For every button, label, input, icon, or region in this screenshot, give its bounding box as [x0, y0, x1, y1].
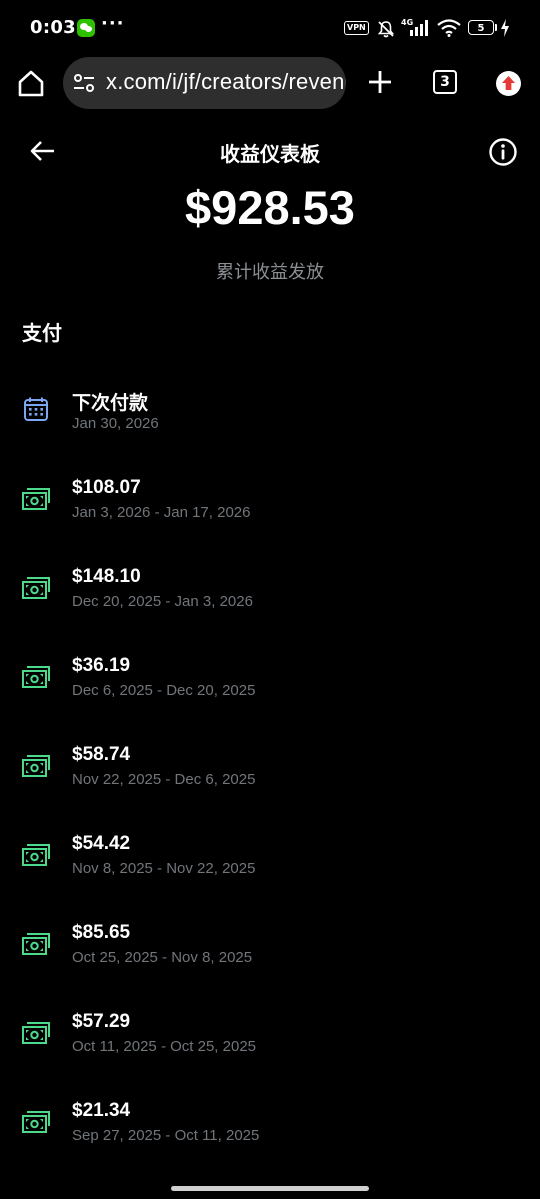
payment-amount: $54.42 [72, 833, 131, 854]
home-icon[interactable] [16, 68, 46, 98]
url-text[interactable]: x.com/i/jf/creators/revenue [106, 69, 346, 95]
payment-row: $54.42 Nov 8, 2025 - Nov 22, 2025 [0, 799, 540, 888]
payment-row: $36.19 Dec 6, 2025 - Dec 20, 2025 [0, 621, 540, 710]
next-payment-date: Jan 30, 2026 [72, 415, 159, 432]
tabs-icon[interactable]: 3 [433, 70, 457, 94]
payment-amount: $57.29 [72, 1011, 131, 1032]
page-title: 收益仪表板 [220, 142, 320, 166]
address-bar[interactable]: x.com/i/jf/creators/revenue [63, 57, 346, 109]
more-notifications-icon: ··· [101, 13, 125, 34]
payment-row: $21.34 Sep 27, 2025 - Oct 11, 2025 [0, 1066, 540, 1155]
payment-period: Nov 22, 2025 - Dec 6, 2025 [72, 771, 256, 788]
money-icon [22, 1022, 50, 1044]
extension-icon[interactable] [496, 71, 521, 96]
payment-amount: $108.07 [72, 477, 141, 498]
total-earnings: $928.53 [185, 181, 355, 234]
vpn-badge: VPN [344, 21, 369, 35]
charging-icon [501, 19, 509, 37]
payment-period: Dec 20, 2025 - Jan 3, 2026 [72, 593, 253, 610]
money-icon [22, 666, 50, 688]
money-icon [22, 933, 50, 955]
money-icon [22, 844, 50, 866]
payment-row: $108.07 Jan 3, 2026 - Jan 17, 2026 [0, 443, 540, 532]
payment-row: $148.10 Dec 20, 2025 - Jan 3, 2026 [0, 532, 540, 621]
status-time: 0:03 [30, 17, 76, 38]
payment-amount: $85.65 [72, 922, 131, 943]
calendar-icon [24, 397, 48, 421]
next-payment-label: 下次付款 [72, 393, 149, 414]
plus-icon[interactable] [366, 68, 394, 96]
payment-period: Jan 3, 2026 - Jan 17, 2026 [72, 504, 251, 521]
payment-period: Nov 8, 2025 - Nov 22, 2025 [72, 860, 256, 877]
money-icon [22, 755, 50, 777]
payments-section-title: 支付 [22, 321, 62, 345]
money-icon [22, 1111, 50, 1133]
payment-amount: $58.74 [72, 744, 131, 765]
wifi-icon [437, 19, 461, 37]
browser-toolbar: x.com/i/jf/creators/revenue 3 [0, 56, 540, 112]
wechat-icon [77, 19, 95, 37]
total-earnings-label: 累计收益发放 [216, 262, 324, 283]
payment-row: $85.65 Oct 25, 2025 - Nov 8, 2025 [0, 888, 540, 977]
payment-row: $57.29 Oct 11, 2025 - Oct 25, 2025 [0, 977, 540, 1066]
money-icon [22, 577, 50, 599]
status-bar: 0:03 ··· VPN 4G 5 [0, 0, 540, 56]
battery-indicator: 5 [468, 20, 494, 35]
money-icon [22, 488, 50, 510]
payment-amount: $21.34 [72, 1100, 131, 1121]
gesture-handle[interactable] [171, 1186, 369, 1191]
payment-row: $58.74 Nov 22, 2025 - Dec 6, 2025 [0, 710, 540, 799]
payment-amount: $36.19 [72, 655, 131, 676]
battery-tip [495, 24, 497, 31]
info-icon[interactable] [487, 136, 519, 168]
payment-period: Oct 25, 2025 - Nov 8, 2025 [72, 949, 253, 966]
payment-period: Sep 27, 2025 - Oct 11, 2025 [72, 1127, 260, 1144]
payment-period: Dec 6, 2025 - Dec 20, 2025 [72, 682, 256, 699]
payment-period: Oct 11, 2025 - Oct 25, 2025 [72, 1038, 256, 1055]
next-payment-row: 下次付款 Jan 30, 2026 [0, 354, 540, 443]
signal-icon [410, 20, 428, 36]
payment-amount: $148.10 [72, 566, 141, 587]
mute-icon [377, 21, 395, 38]
payments-list: 下次付款 Jan 30, 2026 $108.07 Jan 3, 2026 - … [0, 354, 540, 1155]
tune-icon[interactable] [73, 73, 95, 93]
